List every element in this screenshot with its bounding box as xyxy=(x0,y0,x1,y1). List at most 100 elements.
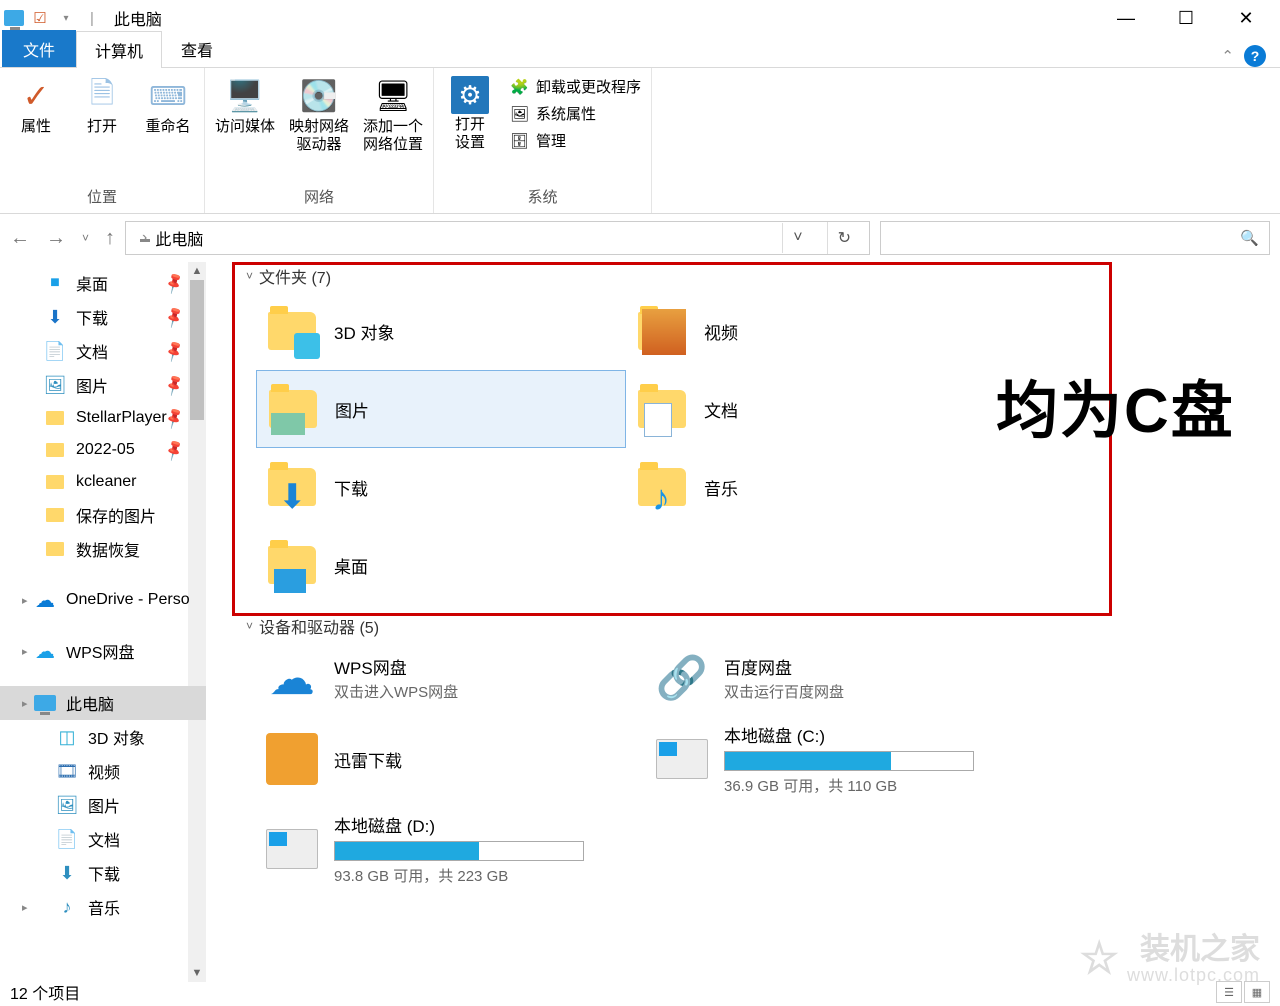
up-button[interactable]: ↑ xyxy=(105,227,115,250)
device-item[interactable]: 本地磁盘 (C:)36.9 GB 可用，共 110 GB xyxy=(646,714,1016,804)
folder-label: 桌面 xyxy=(334,553,368,578)
window-controls: — ☐ ✕ xyxy=(1096,0,1276,36)
tab-computer[interactable]: 计算机 xyxy=(76,31,162,68)
media-icon: 🖥️ xyxy=(225,76,265,116)
recent-dropdown-icon[interactable]: ˅ xyxy=(82,231,89,245)
back-button[interactable]: ← xyxy=(10,227,30,250)
device-title: 迅雷下载 xyxy=(334,747,618,772)
sidebar-item[interactable]: kcleaner xyxy=(0,466,206,498)
folder-item[interactable]: ♪音乐 xyxy=(626,448,996,526)
pin-icon: 📌 xyxy=(162,438,187,463)
sidebar-item[interactable]: 📄文档 xyxy=(0,822,206,856)
device-item[interactable]: ☁WPS网盘双击进入WPS网盘 xyxy=(256,642,626,714)
folder-icon: 🖼 xyxy=(56,794,78,816)
folder-icon: ♪ xyxy=(56,896,78,918)
chevron-right-icon[interactable]: › xyxy=(142,229,147,247)
sidebar-item[interactable]: 数据恢复 xyxy=(0,532,206,566)
section-header-folders[interactable]: ˅ 文件夹 (7) xyxy=(216,262,1270,292)
sidebar-item[interactable]: StellarPlayer📌 xyxy=(0,402,206,434)
pin-icon: 📌 xyxy=(162,271,187,296)
map-drive-button[interactable]: 💽 映射网络 驱动器 xyxy=(289,76,349,154)
main-area: ▲ ▼ ■桌面📌⬇下载📌📄文档📌🖼图片📌StellarPlayer📌2022-0… xyxy=(0,262,1280,982)
rename-button[interactable]: ⌨ 重命名 xyxy=(142,76,194,136)
folder-icon xyxy=(265,381,321,437)
sidebar-item-label: 图片 xyxy=(88,793,120,817)
uninstall-programs-button[interactable]: 🧩 卸载或更改程序 xyxy=(510,76,641,97)
add-network-location-button[interactable]: 🖥 添加一个 网络位置 xyxy=(363,76,423,154)
properties-button[interactable]: ✓ 属性 xyxy=(10,76,62,136)
collapse-ribbon-icon[interactable]: ⌃ xyxy=(1221,47,1234,65)
sidebar-item-label: 数据恢复 xyxy=(76,537,140,561)
sidebar-item[interactable]: 🎞视频 xyxy=(0,754,206,788)
access-media-button[interactable]: 🖥️ 访问媒体 xyxy=(215,76,275,136)
device-title: WPS网盘 xyxy=(334,654,618,679)
qat-dropdown-icon[interactable]: ▾ xyxy=(56,8,76,28)
section-header-devices[interactable]: ˅ 设备和驱动器 (5) xyxy=(216,610,1270,642)
refresh-button[interactable]: ↻ xyxy=(827,222,861,254)
open-button[interactable]: 🗎 打开 xyxy=(76,76,128,136)
folder-item[interactable]: ⬇下载 xyxy=(256,448,626,526)
address-dropdown-icon[interactable]: ˅ xyxy=(782,223,812,253)
sidebar-item-label: 桌面 xyxy=(76,271,108,295)
open-settings-button[interactable]: ⚙ 打开 设置 xyxy=(444,76,496,152)
device-item[interactable]: 迅雷下载 xyxy=(256,714,626,804)
navigation-bar: ← → ˅ ↑ › 此电脑 ˅ ↻ 🔍 xyxy=(0,214,1280,262)
folder-icon xyxy=(44,471,66,493)
sidebar-item-label: 此电脑 xyxy=(66,691,114,715)
help-icon[interactable]: ? xyxy=(1244,45,1266,67)
sidebar-item[interactable]: ■ 桌面 📌 xyxy=(0,266,206,300)
sidebar-item[interactable]: 2022-05 📌 xyxy=(0,434,206,466)
disk-usage-bar xyxy=(334,841,584,861)
sidebar-item[interactable]: ▸☁OneDrive - Perso xyxy=(0,584,206,616)
system-properties-button[interactable]: 🖼 系统属性 xyxy=(510,103,641,124)
folder-item[interactable]: 文档 xyxy=(626,370,996,448)
tab-view[interactable]: 查看 xyxy=(162,30,232,67)
folder-icon: ■ xyxy=(44,272,66,294)
sidebar-item[interactable]: 🖼图片📌 xyxy=(0,368,206,402)
sidebar-item[interactable]: ⬇下载 xyxy=(0,856,206,890)
sidebar-item[interactable]: ▸☁WPS网盘 xyxy=(0,634,206,668)
forward-button[interactable]: → xyxy=(46,227,66,250)
folder-icon: ⬇ xyxy=(264,459,320,515)
minimize-button[interactable]: — xyxy=(1096,0,1156,36)
tab-file[interactable]: 文件 xyxy=(2,30,76,67)
sidebar-item[interactable]: ◫3D 对象 xyxy=(0,720,206,754)
sidebar-item-label: 保存的图片 xyxy=(76,503,156,527)
ribbon-group-system: ⚙ 打开 设置 🧩 卸载或更改程序 🖼 系统属性 🗄 管理 系统 xyxy=(434,68,652,213)
manage-button[interactable]: 🗄 管理 xyxy=(510,130,641,151)
folder-item[interactable]: 图片 xyxy=(256,370,626,448)
sidebar-item[interactable]: 📄文档📌 xyxy=(0,334,206,368)
folder-item[interactable]: 视频 xyxy=(626,292,996,370)
group-label-location: 位置 xyxy=(87,184,117,211)
drive-icon: 💽 xyxy=(299,76,339,116)
sidebar-item[interactable]: 保存的图片 xyxy=(0,498,206,532)
folder-icon: 📄 xyxy=(56,828,78,850)
chevron-down-icon: ˅ xyxy=(246,269,253,283)
search-input[interactable]: 🔍 xyxy=(880,221,1270,255)
window-title: 此电脑 xyxy=(114,6,162,30)
folder-icon xyxy=(264,303,320,359)
address-bar[interactable]: › 此电脑 ˅ ↻ xyxy=(125,221,870,255)
folder-icon: ☁ xyxy=(34,589,56,611)
device-subtitle: 36.9 GB 可用，共 110 GB xyxy=(724,775,1008,796)
breadcrumb-this-pc[interactable]: 此电脑 xyxy=(155,226,203,250)
device-item[interactable]: 本地磁盘 (D:)93.8 GB 可用，共 223 GB xyxy=(256,804,626,894)
sidebar-item-label: kcleaner xyxy=(76,473,136,491)
folder-item[interactable]: 3D 对象 xyxy=(256,292,626,370)
manage-icon: 🗄 xyxy=(510,132,528,150)
folder-icon: ◫ xyxy=(56,726,78,748)
watermark: ☆ 装机之家 www.lotpc.com xyxy=(1080,933,1261,986)
sidebar-item[interactable]: ▸此电脑 xyxy=(0,686,206,720)
folder-icon xyxy=(44,504,66,526)
maximize-button[interactable]: ☐ xyxy=(1156,0,1216,36)
sidebar-item-label: 2022-05 xyxy=(76,441,135,459)
checkbox-icon[interactable]: ☑ xyxy=(30,8,50,28)
sidebar-item[interactable]: 🖼 图片 xyxy=(0,788,206,822)
device-item[interactable]: 🔗百度网盘双击运行百度网盘 xyxy=(646,642,1016,714)
folder-label: 视频 xyxy=(704,319,738,344)
separator: | xyxy=(90,10,94,27)
sidebar-item[interactable]: ▸♪音乐 xyxy=(0,890,206,924)
folder-item[interactable]: 桌面 xyxy=(256,526,626,604)
close-button[interactable]: ✕ xyxy=(1216,0,1276,36)
sidebar-item[interactable]: ⬇下载📌 xyxy=(0,300,206,334)
